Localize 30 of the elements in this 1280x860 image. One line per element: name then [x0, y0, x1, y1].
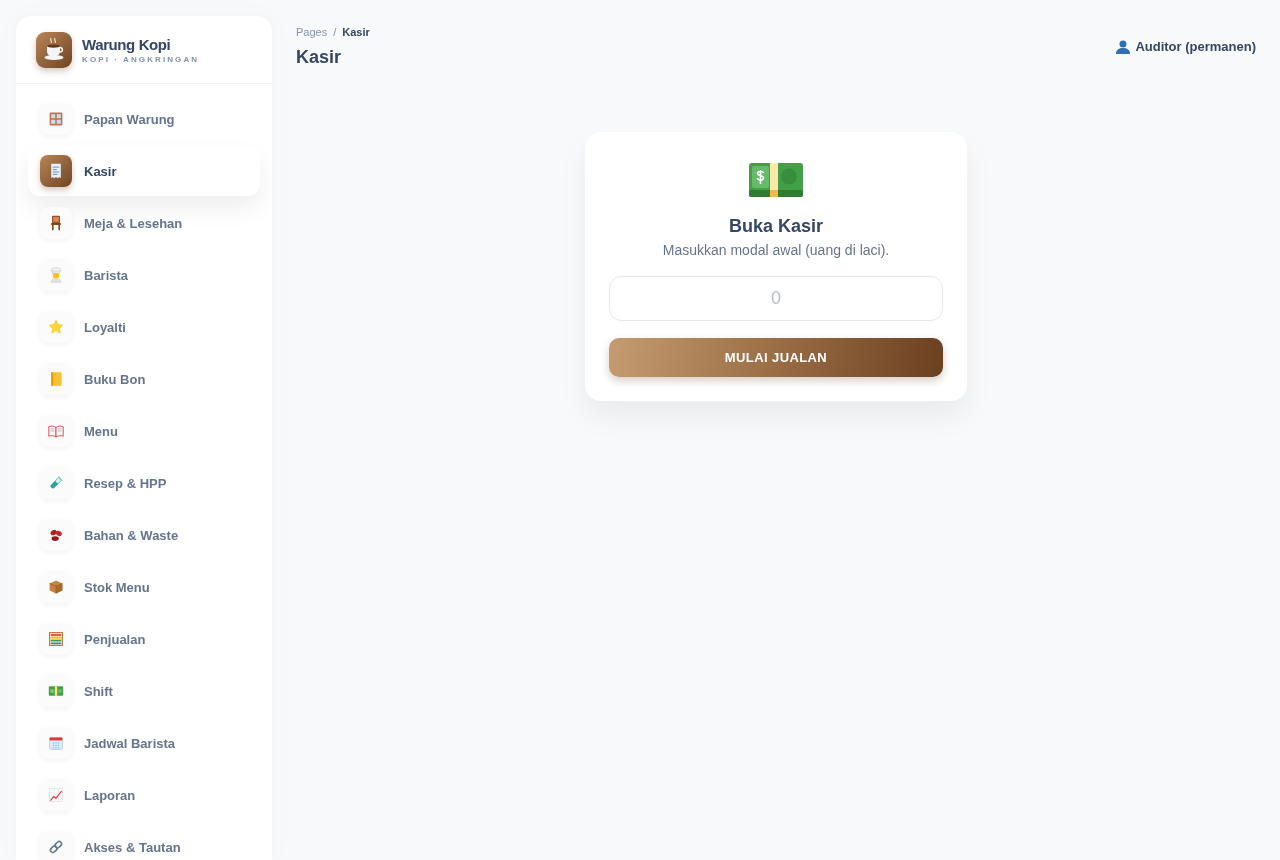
coffee-cup-icon — [36, 32, 72, 68]
brand-tagline: KOPI · ANGKRINGAN — [82, 53, 200, 65]
card-subtitle: Masukkan modal awal (uang di laci). — [662, 241, 890, 260]
sidebar-item[interactable]: Barista — [28, 250, 260, 300]
sidebar-item[interactable]: Resep & HPP — [28, 458, 260, 508]
page-title: Kasir — [296, 46, 343, 68]
receipt-icon — [40, 155, 72, 187]
sidebar-item[interactable]: Akses & Tautan — [28, 822, 260, 860]
start-selling-button[interactable]: MULAI JUALAN — [609, 338, 943, 377]
breadcrumb-current: Kasir — [342, 25, 370, 39]
sidebar-item[interactable]: Papan Warung — [28, 94, 260, 144]
breadcrumb-separator: / — [333, 25, 337, 39]
sidebar-item[interactable]: Kasir — [28, 146, 260, 196]
user-menu[interactable]: Auditor (permanen) — [1116, 39, 1256, 55]
card-title: Buka Kasir — [728, 215, 823, 237]
sidebar-item[interactable]: Laporan — [28, 770, 260, 820]
sidebar-item[interactable]: Meja & Lesehan — [28, 198, 260, 248]
banknote-icon — [749, 163, 803, 197]
sidebar-item[interactable]: Buku Bon — [28, 354, 260, 404]
sidebar-item[interactable]: Loyalti — [28, 302, 260, 352]
sidebar-item[interactable]: Shift — [28, 666, 260, 716]
brand-name: Warung Kopi — [82, 35, 172, 54]
sidebar-item[interactable]: Menu — [28, 406, 260, 456]
user-icon — [1116, 40, 1131, 54]
amount-field[interactable]: 0 — [609, 276, 943, 321]
sidebar-item[interactable]: Jadwal Barista — [28, 718, 260, 768]
sidebar-item[interactable]: Penjualan — [28, 614, 260, 664]
sidebar-item[interactable]: Stok Menu — [28, 562, 260, 612]
sidebar-item[interactable]: Bahan & Waste — [28, 510, 260, 560]
breadcrumb-link[interactable]: Pages — [296, 25, 328, 39]
